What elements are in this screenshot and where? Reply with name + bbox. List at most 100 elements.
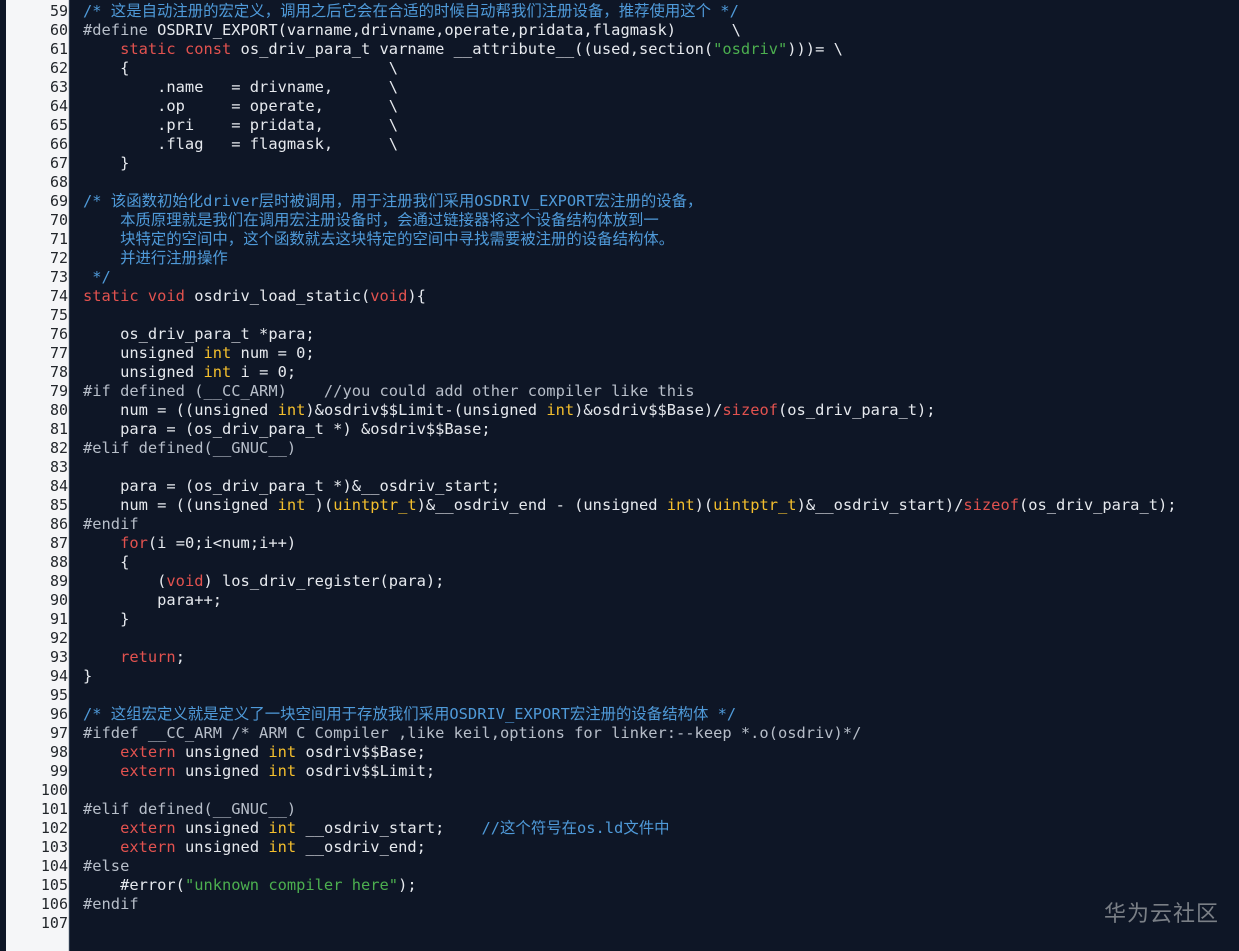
code-line[interactable]: para = (os_driv_para_t *)&__osdriv_start… [83, 477, 1233, 496]
code-line[interactable]: { \ [83, 59, 1233, 78]
code-area[interactable]: /* 这是自动注册的宏定义，调用之后它会在合适的时候自动帮我们注册设备，推荐使用… [83, 2, 1233, 933]
code-line[interactable]: #error("unknown compiler here"); [83, 876, 1233, 895]
code-line[interactable] [83, 173, 1233, 192]
code-line[interactable]: 本质原理就是我们在调用宏注册设备时，会通过链接器将这个设备结构体放到一 [83, 211, 1233, 230]
code-token-plain: osdriv$$Limit; [296, 762, 436, 780]
code-line[interactable]: #elif defined(__GNUC__) [83, 439, 1233, 458]
code-line[interactable]: #endif [83, 515, 1233, 534]
code-token-plain: { [83, 553, 130, 571]
line-number: 95 [49, 686, 68, 704]
code-line[interactable]: /* 该函数初始化driver层时被调用，用于注册我们采用OSDRIV_EXPO… [83, 192, 1233, 211]
code-line[interactable]: extern unsigned int osdriv$$Limit; [83, 762, 1233, 781]
code-line[interactable]: unsigned int i = 0; [83, 363, 1233, 382]
code-token-type: uintptr_t [713, 496, 797, 514]
code-line[interactable] [83, 306, 1233, 325]
code-line[interactable]: #ifdef __CC_ARM /* ARM C Compiler ,like … [83, 724, 1233, 743]
code-line[interactable]: .name = drivname, \ [83, 78, 1233, 97]
code-line[interactable]: extern unsigned int osdriv$$Base; [83, 743, 1233, 762]
code-line[interactable]: 块特定的空间中，这个函数就去这块特定的空间中寻找需要被注册的设备结构体。 [83, 230, 1233, 249]
code-line[interactable]: /* 这组宏定义就是定义了一块空间用于存放我们采用OSDRIV_EXPORT宏注… [83, 705, 1233, 724]
code-line[interactable]: .pri = pridata, \ [83, 116, 1233, 135]
code-line[interactable]: #endif [83, 895, 1233, 914]
line-number: 79 [49, 382, 68, 400]
line-number: 72 [49, 249, 68, 267]
line-number: 103 [40, 838, 68, 856]
code-token-plain: .name = drivname, \ [83, 78, 399, 96]
line-number: 68 [49, 173, 68, 191]
code-line[interactable]: static const os_driv_para_t varname __at… [83, 40, 1233, 59]
code-line[interactable]: for(i =0;i<num;i++) [83, 534, 1233, 553]
code-line[interactable]: 并进行注册操作 [83, 249, 1233, 268]
line-number: 62 [49, 59, 68, 77]
code-line[interactable] [83, 914, 1233, 933]
code-line[interactable]: /* 这是自动注册的宏定义，调用之后它会在合适的时候自动帮我们注册设备，推荐使用… [83, 2, 1233, 21]
code-token-plain: unsigned [175, 762, 269, 780]
code-token-plain: .pri = pridata, \ [83, 116, 399, 134]
line-number: 100 [40, 781, 68, 799]
code-token-plain: (os_driv_para_t); [1018, 496, 1177, 514]
code-line[interactable]: para = (os_driv_para_t *) &osdriv$$Base; [83, 420, 1233, 439]
code-token-plain: { \ [83, 59, 399, 77]
code-line[interactable]: #elif defined(__GNUC__) [83, 800, 1233, 819]
code-line[interactable]: static void osdriv_load_static(void){ [83, 287, 1233, 306]
code-line[interactable]: } [83, 610, 1233, 629]
code-line[interactable]: .op = operate, \ [83, 97, 1233, 116]
code-line[interactable]: num = ((unsigned int )(uintptr_t)&__osdr… [83, 496, 1233, 515]
code-line[interactable] [83, 686, 1233, 705]
code-token-type: int [203, 344, 232, 362]
code-token-comment: //这个符号在os.ld文件中 [481, 819, 670, 837]
line-number: 92 [49, 629, 68, 647]
code-line[interactable]: num = ((unsigned int)&osdriv$$Limit-(uns… [83, 401, 1233, 420]
code-token-plain: )&osdriv$$Base)/ [574, 401, 723, 419]
code-token-plain: )&osdriv$$Limit-(unsigned [305, 401, 547, 419]
code-token-plain: unsigned [175, 838, 269, 856]
code-token-plain: para++; [83, 591, 222, 609]
code-line[interactable]: { [83, 553, 1233, 572]
code-line[interactable]: extern unsigned int __osdriv_start; //这个… [83, 819, 1233, 838]
code-token-plain: )&__osdriv_end - (unsigned [416, 496, 667, 514]
code-token-keyword: return [120, 648, 176, 666]
code-token-keyword: static const [120, 40, 232, 58]
code-token-plain: os_driv_para_t varname __attribute__((us… [231, 40, 714, 58]
code-line[interactable]: } [83, 154, 1233, 173]
code-token-plain: } [83, 154, 130, 172]
line-number: 60 [49, 21, 68, 39]
line-number: 61 [49, 40, 68, 58]
code-line[interactable]: os_driv_para_t *para; [83, 325, 1233, 344]
line-number: 82 [49, 439, 68, 457]
code-line[interactable]: .flag = flagmask, \ [83, 135, 1233, 154]
code-line[interactable]: return; [83, 648, 1233, 667]
code-token-comment: /* 这组宏定义就是定义了一块空间用于存放我们采用OSDRIV_EXPORT宏注… [83, 705, 737, 723]
code-line[interactable]: } [83, 667, 1233, 686]
code-token-type: int [666, 496, 695, 514]
code-token-plain: os_driv_para_t *para; [83, 325, 315, 343]
line-number: 105 [40, 876, 68, 894]
line-number: 67 [49, 154, 68, 172]
line-number: 97 [49, 724, 68, 742]
code-token-plain: osdriv_load_static( [184, 287, 371, 305]
code-line[interactable] [83, 458, 1233, 477]
line-number: 104 [40, 857, 68, 875]
line-number: 99 [49, 762, 68, 780]
code-line[interactable]: unsigned int num = 0; [83, 344, 1233, 363]
code-line[interactable]: (void) los_driv_register(para); [83, 572, 1233, 591]
code-line[interactable]: para++; [83, 591, 1233, 610]
code-token-comment: */ [83, 268, 111, 286]
code-line[interactable] [83, 781, 1233, 800]
code-token-preproc: #endif [83, 515, 139, 533]
line-number: 98 [49, 743, 68, 761]
code-line[interactable]: #define OSDRIV_EXPORT(varname,drivname,o… [83, 21, 1233, 40]
code-line[interactable]: #else [83, 857, 1233, 876]
code-line[interactable]: #if defined (__CC_ARM) //you could add o… [83, 382, 1233, 401]
line-number: 63 [49, 78, 68, 96]
code-token-comment: 块特定的空间中，这个函数就去这块特定的空间中寻找需要被注册的设备结构体。 [83, 230, 675, 248]
line-number: 85 [49, 496, 68, 514]
code-line[interactable]: extern unsigned int __osdriv_end; [83, 838, 1233, 857]
code-token-string: "unknown compiler here" [184, 876, 399, 894]
code-line[interactable]: */ [83, 268, 1233, 287]
code-token-plain: i = 0; [231, 363, 297, 381]
code-line[interactable] [83, 629, 1233, 648]
